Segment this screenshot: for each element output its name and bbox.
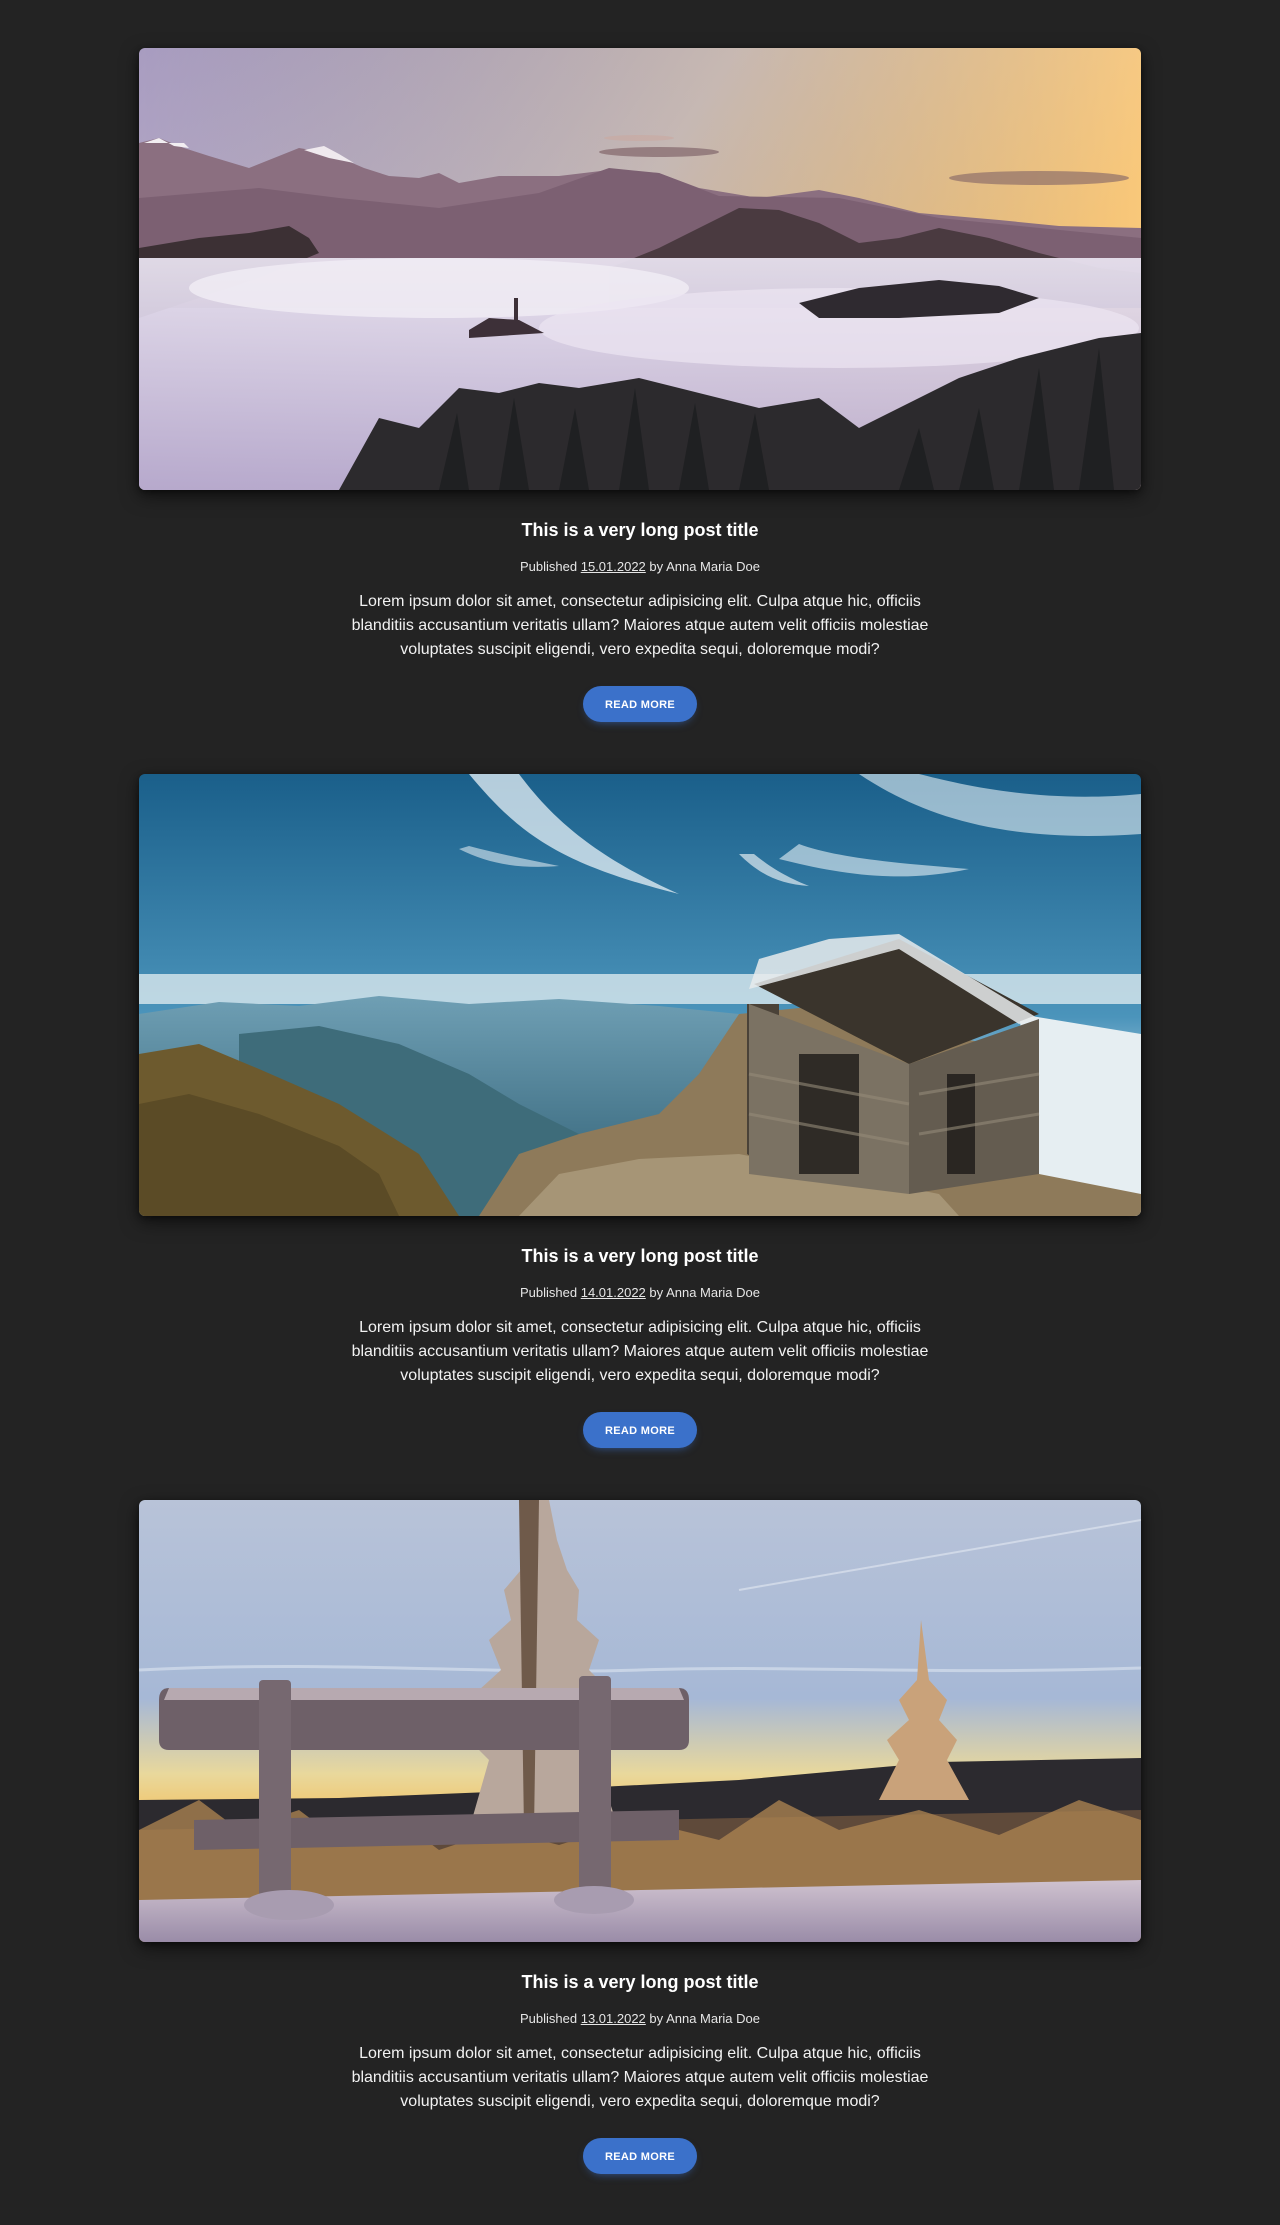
post-card: This is a very long post title Published… (139, 1500, 1141, 2174)
by-label: by (649, 1285, 664, 1300)
post-card: This is a very long post title Published… (139, 774, 1141, 1448)
published-label: Published (519, 1285, 578, 1300)
stone-hut-photo (139, 774, 1141, 1216)
post-image-frozen-bench[interactable] (139, 1500, 1141, 1942)
post-date-link[interactable]: 13.01.2022 (581, 2011, 646, 2026)
post-title: This is a very long post title (521, 1246, 759, 1266)
post-title: This is a very long post title (521, 1972, 759, 1992)
post-author: Anna Maria Doe (666, 1285, 761, 1300)
post-date-link[interactable]: 15.01.2022 (581, 559, 646, 574)
post-excerpt: Lorem ipsum dolor sit amet, consectetur … (351, 1319, 929, 1384)
post-excerpt: Lorem ipsum dolor sit amet, consectetur … (351, 593, 929, 658)
published-label: Published (519, 559, 578, 574)
read-more-button[interactable]: Read more (583, 686, 697, 722)
post-author: Anna Maria Doe (666, 559, 761, 574)
by-label: by (649, 2011, 664, 2026)
post-excerpt: Lorem ipsum dolor sit amet, consectetur … (351, 2045, 929, 2110)
post-title: This is a very long post title (521, 520, 759, 540)
post-meta: Published 13.01.2022 by Anna Maria Doe (139, 2010, 1141, 2028)
published-label: Published (519, 2011, 578, 2026)
foggy-mountain-photo (139, 48, 1141, 490)
post-image-stone-hut[interactable] (139, 774, 1141, 1216)
blog-post-feed: This is a very long post title Published… (0, 0, 1280, 2225)
post-date-link[interactable]: 14.01.2022 (581, 1285, 646, 1300)
post-meta: Published 15.01.2022 by Anna Maria Doe (139, 558, 1141, 576)
post-image-foggy-mountains[interactable] (139, 48, 1141, 490)
post-meta: Published 14.01.2022 by Anna Maria Doe (139, 1284, 1141, 1302)
read-more-button[interactable]: Read more (583, 1412, 697, 1448)
by-label: by (649, 559, 664, 574)
read-more-button[interactable]: Read more (583, 2138, 697, 2174)
post-card: This is a very long post title Published… (139, 48, 1141, 722)
frozen-bench-photo (139, 1500, 1141, 1942)
post-author: Anna Maria Doe (666, 2011, 761, 2026)
